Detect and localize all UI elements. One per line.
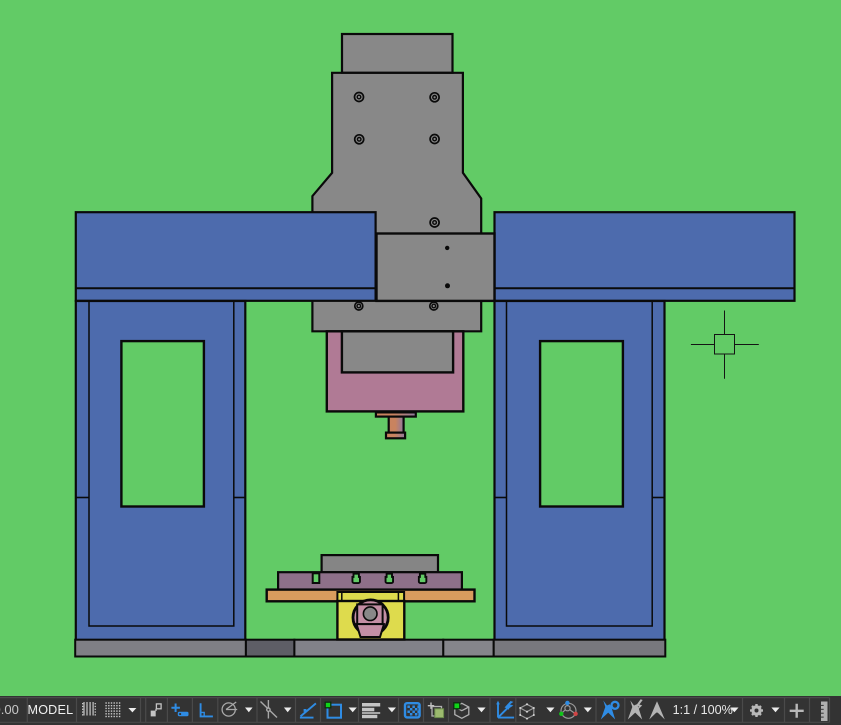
svg-text:MODEL: MODEL [28, 703, 74, 717]
svg-text:1:1 / 100%: 1:1 / 100% [673, 703, 733, 717]
svg-text:0.00: 0.00 [0, 702, 19, 717]
